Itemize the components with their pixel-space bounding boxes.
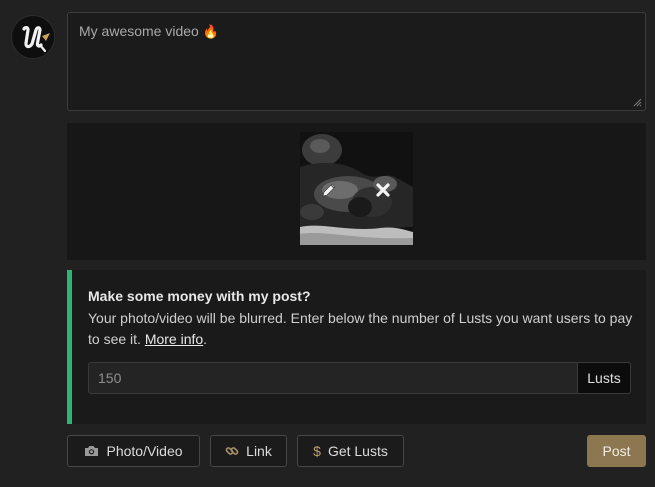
dollar-icon: $ xyxy=(313,443,321,459)
post-composer: My awesome video 🔥 Make some money with … xyxy=(0,0,655,487)
get-lusts-button[interactable]: $ Get Lusts xyxy=(297,435,404,467)
photo-video-button[interactable]: Photo/Video xyxy=(67,435,200,467)
monetize-panel: Make some money with my post? Your photo… xyxy=(67,270,646,424)
post-button[interactable]: Post xyxy=(587,435,646,467)
get-lusts-label: Get Lusts xyxy=(327,443,388,459)
more-info-link[interactable]: More info xyxy=(145,331,203,347)
thumbnail-image xyxy=(300,132,413,245)
edit-icon[interactable] xyxy=(319,180,339,200)
media-thumbnail[interactable] xyxy=(300,132,413,245)
link-label: Link xyxy=(246,443,272,459)
avatar[interactable] xyxy=(11,12,55,62)
chain-link-icon xyxy=(225,444,239,458)
media-preview-area xyxy=(67,123,646,260)
brand-logo-icon xyxy=(11,15,55,59)
price-unit-label: Lusts xyxy=(577,362,631,394)
resize-grip-icon[interactable] xyxy=(633,98,642,107)
post-text-input[interactable]: My awesome video 🔥 xyxy=(67,12,646,111)
price-input[interactable]: 150 xyxy=(88,362,577,394)
fire-emoji: 🔥 xyxy=(202,24,219,39)
link-button[interactable]: Link xyxy=(210,435,287,467)
monetize-heading: Make some money with my post? xyxy=(88,288,311,304)
photo-video-label: Photo/Video xyxy=(106,443,183,459)
post-text-value: My awesome video xyxy=(79,23,199,39)
description-period: . xyxy=(203,331,208,347)
remove-icon[interactable] xyxy=(373,180,393,200)
camera-icon xyxy=(84,445,99,457)
monetize-description: Your photo/video will be blurred. Enter … xyxy=(88,308,636,350)
